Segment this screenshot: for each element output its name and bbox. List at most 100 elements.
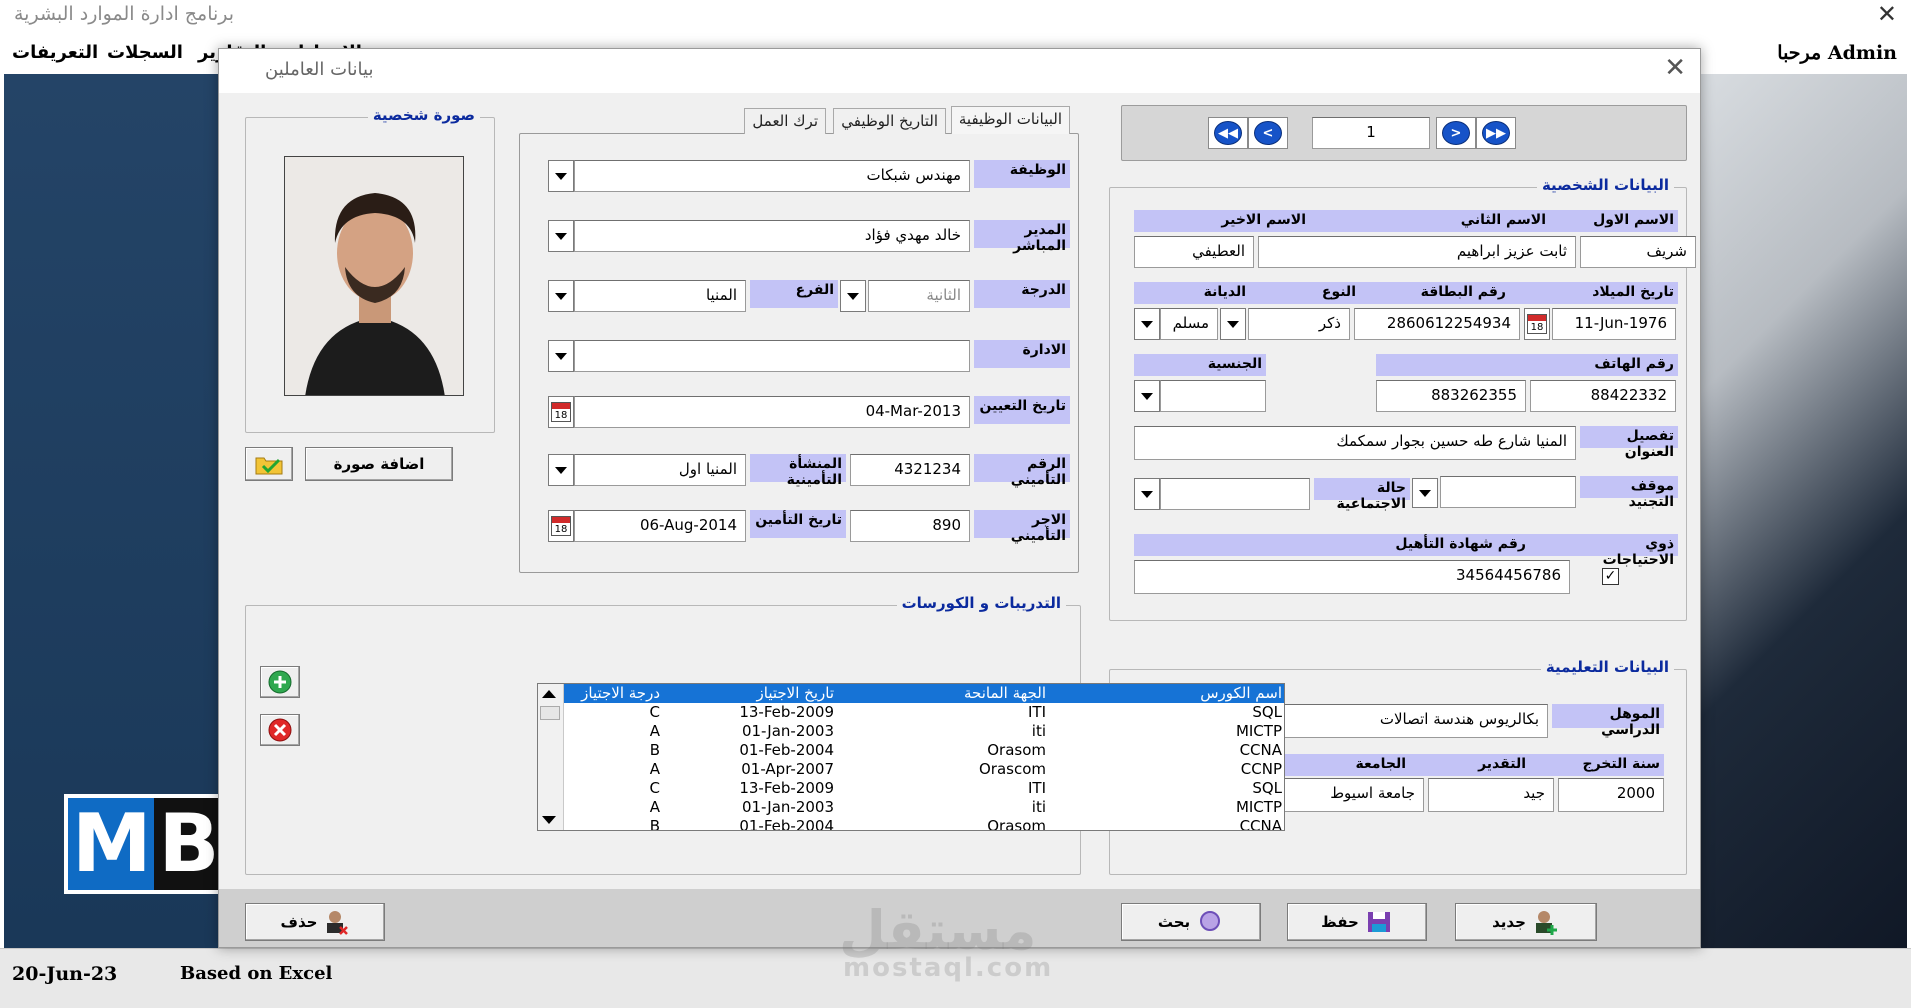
insurance-number-field[interactable]: 4321234 [850, 454, 970, 486]
social-status-label: حالة الاجتماعية [1314, 478, 1410, 512]
courses-list[interactable]: اسم الكورس الجهة المانحة تاريخ الاجتياز … [537, 683, 1285, 831]
department-select[interactable] [574, 340, 970, 372]
status-note: Based on Excel [180, 963, 333, 984]
save-button[interactable]: حفظ [1287, 903, 1427, 941]
chevron-down-icon [555, 466, 567, 474]
add-photo-button[interactable]: اضافة صورة [305, 447, 453, 481]
branch-label: الفرع [750, 280, 838, 308]
phone1-field[interactable]: 88422332 [1530, 380, 1676, 412]
personal-data-group: البيانات الشخصية الاسم الاول الاسم الثان… [1109, 176, 1696, 621]
social-status-select[interactable] [1160, 478, 1310, 510]
grade-select[interactable]: الثانية [868, 280, 970, 312]
scroll-down-icon[interactable] [542, 816, 556, 824]
branch-select[interactable]: المنيا [574, 280, 746, 312]
grade-dropdown-button[interactable] [840, 280, 866, 312]
second-name-field[interactable]: ثابت عزيز ابراهيم [1258, 236, 1576, 268]
first-record-button[interactable]: ◀◀ [1208, 117, 1248, 149]
insurance-org-select[interactable]: المنيا اول [574, 454, 746, 486]
table-row[interactable]: MICTP iti 01-Jan-2003 A [564, 722, 1284, 741]
manager-dropdown-button[interactable] [548, 220, 574, 252]
tab-job-data[interactable]: البيانات الوظيفية [950, 106, 1070, 134]
gender-dropdown-button[interactable] [1220, 308, 1246, 340]
pass-grade-cell: B [649, 741, 660, 759]
military-status-label: موقف التجنيد [1580, 476, 1678, 510]
nationality-dropdown-button[interactable] [1134, 380, 1160, 412]
job-title-select[interactable]: مهندس شبكات [574, 160, 970, 192]
last-record-button[interactable]: ▶▶ [1476, 117, 1516, 149]
birth-date-field[interactable]: 11-Jun-1976 [1552, 308, 1676, 340]
id-number-label: رقم البطاقة [1420, 284, 1506, 300]
next-record-icon: > [1442, 121, 1470, 145]
status-bar: 20-Jun-23 Based on Excel [0, 948, 1911, 1008]
add-user-icon [1535, 911, 1557, 935]
calendar-icon: 18 [1527, 314, 1547, 334]
last-name-field[interactable]: العطيفي [1134, 236, 1254, 268]
col-pass-date: تاريخ الاجتياز [756, 684, 834, 702]
pass-date-cell: 01-Feb-2004 [739, 817, 834, 831]
search-button[interactable]: بحث [1121, 903, 1261, 941]
phone2-field[interactable]: 883262355 [1376, 380, 1526, 412]
insurance-wage-field[interactable]: 890 [850, 510, 970, 542]
job-title-dropdown-button[interactable] [548, 160, 574, 192]
insurance-date-label: تاريخ التأمين [750, 510, 846, 538]
delete-label: حذف [280, 913, 318, 931]
insurance-date-field[interactable]: 06-Aug-2014 [574, 510, 746, 542]
pass-date-cell: 01-Jan-2003 [741, 798, 834, 816]
scroll-thumb[interactable] [540, 706, 560, 720]
welcome-text: مرحبا Admin [1777, 42, 1897, 64]
birth-date-calendar-button[interactable]: 18 [1524, 308, 1550, 340]
manager-select[interactable]: خالد مهدي فؤاد [574, 220, 970, 252]
grade-label: الدرجة [974, 280, 1070, 308]
social-dropdown-button[interactable] [1134, 478, 1160, 510]
first-name-field[interactable]: شريف [1580, 236, 1696, 268]
nationality-select[interactable] [1160, 380, 1266, 412]
grade-field[interactable]: جيد [1428, 778, 1554, 812]
menu-records[interactable]: السجلات [107, 42, 183, 63]
chevron-down-icon [1141, 320, 1153, 328]
religion-select[interactable]: مسلم [1160, 308, 1218, 340]
id-number-field[interactable]: 2860612254934 [1354, 308, 1520, 340]
first-record-icon: ◀◀ [1214, 121, 1242, 145]
table-row[interactable]: SQL ITI 13-Feb-2009 C [564, 703, 1284, 722]
app-close-icon[interactable]: ✕ [1877, 0, 1897, 28]
gender-select[interactable]: ذكر [1248, 308, 1350, 340]
military-status-select[interactable] [1440, 476, 1576, 508]
pass-grade-cell: C [649, 779, 660, 797]
employee-dialog: بيانات العاملين ✕ ◀◀ < 1 > ▶▶ البيانات ا… [218, 48, 1701, 983]
religion-dropdown-button[interactable] [1134, 308, 1160, 340]
qualification-cert-label: رقم شهادة التأهيل [1395, 536, 1526, 552]
next-record-button[interactable]: > [1436, 117, 1476, 149]
special-needs-label: ذوي الاحتياجات [1602, 536, 1674, 568]
record-number-field[interactable]: 1 [1312, 117, 1430, 149]
hire-date-calendar-button[interactable]: 18 [548, 396, 574, 428]
hire-date-field[interactable]: 04-Mar-2013 [574, 396, 970, 428]
table-row[interactable]: CCNA Orasom 01-Feb-2004 B [564, 817, 1284, 831]
special-needs-checkbox[interactable]: ✓ [1602, 568, 1619, 585]
chevron-down-icon [1141, 392, 1153, 400]
table-row[interactable]: CCNP Orascom 01-Apr-2007 A [564, 760, 1284, 779]
grad-year-field[interactable]: 2000 [1558, 778, 1664, 812]
menu-definitions[interactable]: التعريفات [12, 42, 98, 63]
tab-job-history[interactable]: التاريخ الوظيفي [833, 108, 946, 134]
delete-button[interactable]: حذف [245, 903, 385, 941]
company-logo: M B [64, 794, 224, 894]
table-row[interactable]: CCNA Orasom 01-Feb-2004 B [564, 741, 1284, 760]
scroll-up-icon[interactable] [542, 690, 556, 698]
open-photo-button[interactable] [245, 447, 293, 481]
military-dropdown-button[interactable] [1412, 478, 1438, 508]
tab-leaving-work[interactable]: ترك العمل [744, 108, 826, 134]
table-row[interactable]: SQL ITI 13-Feb-2009 C [564, 779, 1284, 798]
remove-course-button[interactable] [260, 714, 300, 746]
qualification-cert-field[interactable]: 34564456786 [1134, 560, 1570, 594]
add-course-button[interactable] [260, 666, 300, 698]
insurance-date-calendar-button[interactable]: 18 [548, 510, 574, 542]
department-dropdown-button[interactable] [548, 340, 574, 372]
new-button[interactable]: جديد [1455, 903, 1597, 941]
prev-record-button[interactable]: < [1248, 117, 1288, 149]
address-field[interactable]: المنيا شارع طه حسين بجوار سمكمك [1134, 426, 1576, 460]
courses-scrollbar[interactable] [538, 684, 564, 830]
table-row[interactable]: MICTP iti 01-Jan-2003 A [564, 798, 1284, 817]
insurance-org-dropdown-button[interactable] [548, 454, 574, 486]
dialog-close-icon[interactable]: ✕ [1664, 53, 1686, 83]
branch-dropdown-button[interactable] [548, 280, 574, 312]
